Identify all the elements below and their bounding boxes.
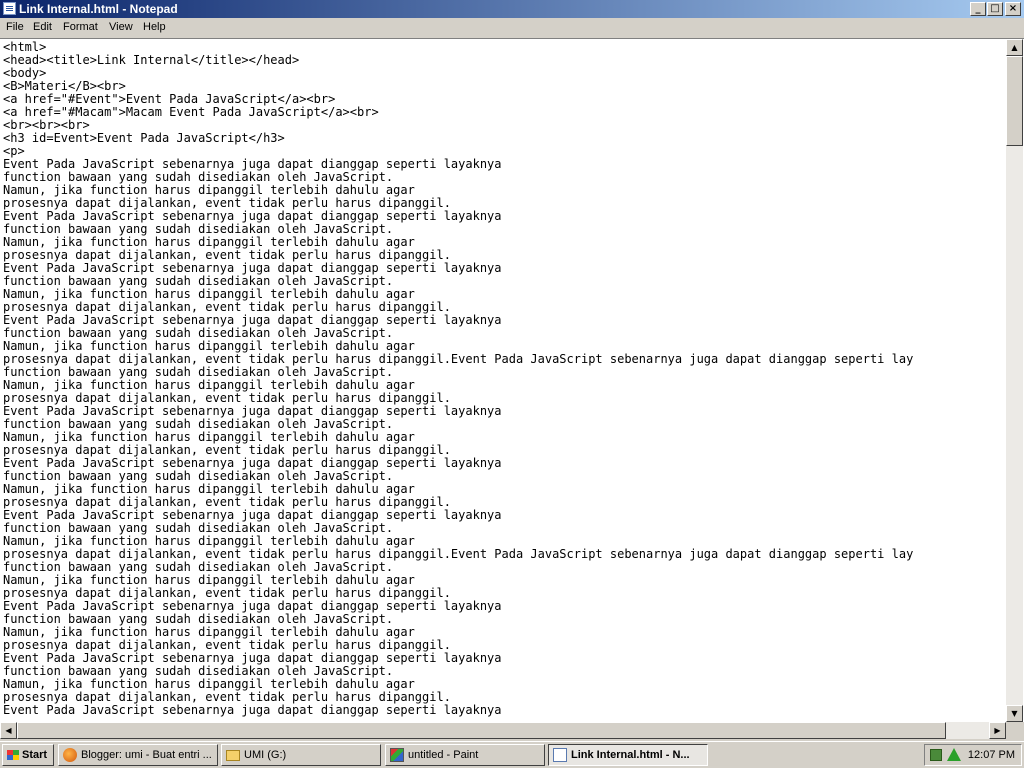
paint-icon: [390, 748, 404, 762]
menu-file[interactable]: File: [6, 21, 24, 33]
task-label: Link Internal.html - N...: [571, 749, 690, 761]
taskbar-item-paint[interactable]: untitled - Paint: [385, 744, 545, 766]
maximize-button[interactable]: □: [987, 2, 1003, 16]
menu-help[interactable]: Help: [143, 21, 166, 33]
text-content[interactable]: <html> <head><title>Link Internal</title>…: [3, 41, 1006, 721]
network-icon[interactable]: [930, 749, 942, 761]
editor-area[interactable]: <html> <head><title>Link Internal</title>…: [0, 38, 1024, 722]
menu-bar: File Edit Format View Help: [0, 18, 1024, 38]
text-line: <body>: [3, 66, 47, 80]
windows-logo-icon: [7, 750, 19, 760]
notepad-icon: [553, 748, 567, 762]
menu-format[interactable]: Format: [63, 21, 98, 33]
horizontal-scrollbar[interactable]: ◀ ▶: [0, 722, 1024, 739]
taskbar-item-umi-drive[interactable]: UMI (G:): [221, 744, 381, 766]
text-line: <h3 id=Event>Event Pada JavaScript</h3>: [3, 131, 285, 145]
scroll-right-button[interactable]: ▶: [989, 722, 1006, 739]
clock[interactable]: 12:07 PM: [968, 749, 1015, 761]
minimize-button[interactable]: _: [970, 2, 986, 16]
scroll-up-button[interactable]: ▲: [1006, 39, 1023, 56]
title-bar[interactable]: Link Internal.html - Notepad _ □ ×: [0, 0, 1024, 18]
start-label: Start: [22, 749, 48, 761]
taskbar-item-notepad[interactable]: Link Internal.html - N...: [548, 744, 708, 766]
task-label: Blogger: umi - Buat entri ...: [81, 749, 212, 761]
horizontal-scroll-thumb[interactable]: [17, 722, 946, 739]
notepad-icon[interactable]: [3, 2, 16, 15]
scroll-down-button[interactable]: ▼: [1006, 705, 1023, 722]
scroll-left-button[interactable]: ◀: [0, 722, 17, 739]
safely-remove-hardware-icon[interactable]: [947, 748, 961, 761]
start-button[interactable]: Start: [2, 744, 54, 766]
text-line: Event Pada JavaScript sebenarnya juga da…: [3, 703, 502, 717]
vertical-scrollbar[interactable]: ▲ ▼: [1006, 39, 1023, 722]
close-button[interactable]: ×: [1005, 2, 1021, 16]
text-line: <a href="#Macam">Macam Event Pada JavaSc…: [3, 105, 379, 119]
menu-view[interactable]: View: [109, 21, 133, 33]
firefox-icon: [63, 748, 77, 762]
menu-edit[interactable]: Edit: [33, 21, 52, 33]
size-grip[interactable]: [1006, 722, 1024, 739]
window-title: Link Internal.html - Notepad: [19, 2, 178, 16]
vertical-scroll-thumb[interactable]: [1006, 56, 1023, 146]
taskbar: Start Blogger: umi - Buat entri ... UMI …: [0, 741, 1024, 768]
text-line: <head><title>Link Internal</title></head…: [3, 53, 300, 67]
folder-icon: [226, 750, 240, 761]
task-label: UMI (G:): [244, 749, 287, 761]
system-tray: 12:07 PM: [924, 744, 1022, 766]
taskbar-item-blogger[interactable]: Blogger: umi - Buat entri ...: [58, 744, 218, 766]
task-label: untitled - Paint: [408, 749, 479, 761]
